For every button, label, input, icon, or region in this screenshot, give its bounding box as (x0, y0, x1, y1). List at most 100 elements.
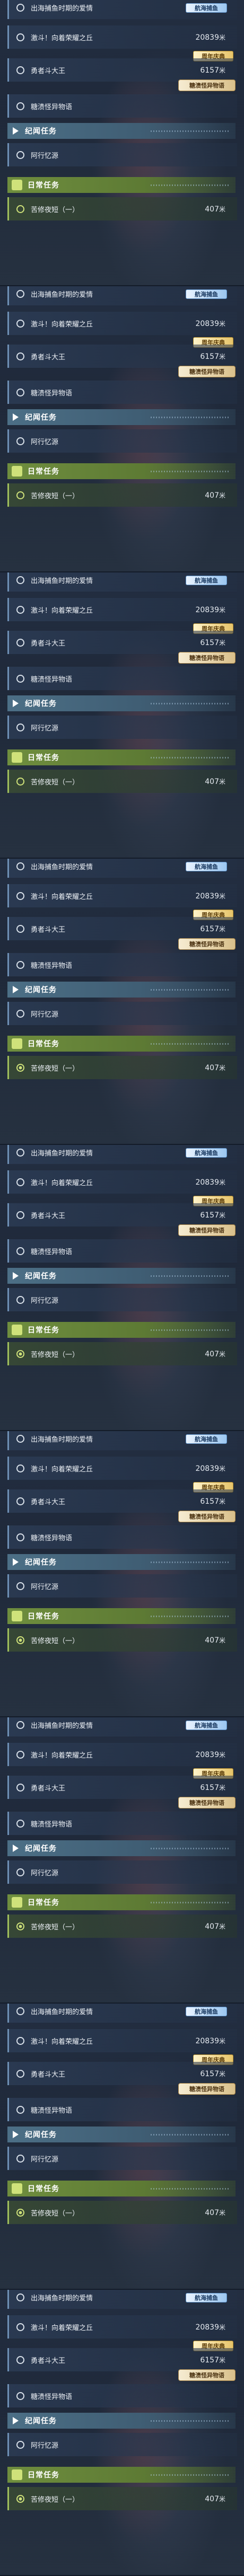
task-radio[interactable] (16, 2069, 24, 2078)
task-radio[interactable] (16, 1533, 24, 1541)
task-row-ascetic-night[interactable]: 苦修夜短（一） 407米 (7, 1915, 237, 1938)
task-radio[interactable] (16, 1295, 24, 1304)
daily-task-header[interactable]: 日常任务 (7, 1036, 236, 1052)
task-radio[interactable] (16, 1783, 24, 1792)
task-row-glory-hill[interactable]: 激斗！向着荣耀之丘 20839米 (7, 2315, 237, 2339)
task-radio[interactable] (16, 1009, 24, 1018)
task-row-candied-tale[interactable]: 糖渍怪异物语 (7, 381, 237, 404)
task-radio[interactable] (16, 2323, 24, 2331)
plot-task-header[interactable]: 纪闻任务 (7, 2127, 236, 2142)
task-row-glory-hill[interactable]: 激斗！向着荣耀之丘 20839米 (7, 2029, 237, 2052)
plot-task-header[interactable]: 纪闻任务 (7, 409, 236, 425)
task-row-ascetic-night[interactable]: 苦修夜短（一） 407米 (7, 1342, 237, 1365)
plot-task-header[interactable]: 纪闻任务 (7, 123, 236, 139)
task-radio[interactable] (16, 1434, 24, 1443)
task-row-ascetic-night[interactable]: 苦修夜短（一） 407米 (7, 2487, 237, 2510)
task-radio[interactable] (16, 1922, 24, 1930)
task-radio[interactable] (16, 1211, 24, 1219)
task-radio[interactable] (16, 2007, 24, 2015)
task-radio[interactable] (16, 1721, 24, 1729)
task-radio[interactable] (16, 576, 24, 584)
task-row-axing-memory[interactable]: 阿行忆源 (7, 1002, 237, 1025)
task-radio[interactable] (16, 605, 24, 614)
task-radio[interactable] (16, 862, 24, 870)
task-radio[interactable] (16, 437, 24, 445)
task-radio[interactable] (16, 388, 24, 396)
task-row-candied-tale[interactable]: 糖渍怪异物语 (7, 1239, 237, 1263)
task-radio[interactable] (16, 1247, 24, 1255)
task-radio[interactable] (16, 1819, 24, 1828)
task-row-candied-tale[interactable]: 糖渍怪异物语 (7, 2098, 237, 2121)
task-radio[interactable] (16, 2356, 24, 2364)
task-radio[interactable] (16, 1582, 24, 1590)
task-row-axing-memory[interactable]: 阿行忆源 (7, 429, 237, 453)
task-radio[interactable] (16, 2208, 24, 2217)
task-row-ascetic-night[interactable]: 苦修夜短（一） 407米 (7, 483, 237, 507)
task-row-candied-tale[interactable]: 糖渍怪异物语 (7, 1525, 237, 1549)
task-radio[interactable] (16, 777, 24, 786)
task-radio[interactable] (16, 1868, 24, 1876)
task-row-hero-vs-king[interactable]: 勇者斗大王 6157米 (7, 1203, 237, 1227)
plot-task-header[interactable]: 纪闻任务 (7, 2413, 236, 2429)
task-radio[interactable] (16, 638, 24, 647)
task-row-hero-vs-king[interactable]: 勇者斗大王 6157米 (7, 1489, 237, 1513)
task-radio[interactable] (16, 33, 24, 41)
daily-task-header[interactable]: 日常任务 (7, 1894, 236, 1910)
task-radio[interactable] (16, 924, 24, 933)
task-radio[interactable] (16, 205, 24, 213)
daily-task-header[interactable]: 日常任务 (7, 2181, 236, 2196)
task-row-hero-vs-king[interactable]: 勇者斗大王 6157米 (7, 2062, 237, 2085)
task-radio[interactable] (16, 352, 24, 360)
task-row-candied-tale[interactable]: 糖渍怪异物语 (7, 2384, 237, 2407)
plot-task-header[interactable]: 纪闻任务 (7, 982, 236, 998)
task-row-glory-hill[interactable]: 激斗！向着荣耀之丘 20839米 (7, 598, 237, 621)
task-row-glory-hill[interactable]: 激斗！向着荣耀之丘 20839米 (7, 1170, 237, 1194)
task-row-hero-vs-king[interactable]: 勇者斗大王 6157米 (7, 345, 237, 368)
task-radio[interactable] (16, 2440, 24, 2449)
task-row-candied-tale[interactable]: 糖渍怪异物语 (7, 94, 237, 118)
task-row-glory-hill[interactable]: 激斗！向着荣耀之丘 20839米 (7, 884, 237, 907)
task-radio[interactable] (16, 1636, 24, 1644)
task-row-axing-memory[interactable]: 阿行忆源 (7, 2147, 237, 2170)
daily-task-header[interactable]: 日常任务 (7, 2467, 236, 2483)
task-radio[interactable] (16, 151, 24, 159)
task-radio[interactable] (16, 1063, 24, 1072)
task-radio[interactable] (16, 2036, 24, 2045)
task-radio[interactable] (16, 1148, 24, 1157)
task-radio[interactable] (16, 319, 24, 328)
task-radio[interactable] (16, 2293, 24, 2301)
task-row-axing-memory[interactable]: 阿行忆源 (7, 1860, 237, 1884)
task-radio[interactable] (16, 102, 24, 110)
task-row-axing-memory[interactable]: 阿行忆源 (7, 716, 237, 739)
plot-task-header[interactable]: 纪闻任务 (7, 1840, 236, 1856)
task-radio[interactable] (16, 892, 24, 900)
task-row-candied-tale[interactable]: 糖渍怪异物语 (7, 667, 237, 690)
task-row-glory-hill[interactable]: 激斗！向着荣耀之丘 20839米 (7, 1743, 237, 1766)
task-row-ascetic-night[interactable]: 苦修夜短（一） 407米 (7, 197, 237, 220)
task-row-hero-vs-king[interactable]: 勇者斗大王 6157米 (7, 917, 237, 940)
task-radio[interactable] (16, 2392, 24, 2400)
plot-task-header[interactable]: 纪闻任务 (7, 1554, 236, 1570)
task-radio[interactable] (16, 1497, 24, 1505)
plot-task-header[interactable]: 纪闻任务 (7, 1268, 236, 1284)
task-row-glory-hill[interactable]: 激斗！向着荣耀之丘 20839米 (7, 1457, 237, 1480)
task-radio[interactable] (16, 491, 24, 499)
task-row-axing-memory[interactable]: 阿行忆源 (7, 1574, 237, 1598)
daily-task-header[interactable]: 日常任务 (7, 1608, 236, 1624)
task-radio[interactable] (16, 1750, 24, 1759)
task-radio[interactable] (16, 674, 24, 683)
task-row-candied-tale[interactable]: 糖渍怪异物语 (7, 953, 237, 976)
task-row-ascetic-night[interactable]: 苦修夜短（一） 407米 (7, 1628, 237, 1652)
task-row-glory-hill[interactable]: 激斗！向着荣耀之丘 20839米 (7, 25, 237, 49)
task-row-ascetic-night[interactable]: 苦修夜短（一） 407米 (7, 770, 237, 793)
task-radio[interactable] (16, 2105, 24, 2114)
task-row-axing-memory[interactable]: 阿行忆源 (7, 143, 237, 166)
task-radio[interactable] (16, 66, 24, 74)
task-row-ascetic-night[interactable]: 苦修夜短（一） 407米 (7, 2201, 237, 2224)
task-row-ascetic-night[interactable]: 苦修夜短（一） 407米 (7, 1056, 237, 1079)
task-radio[interactable] (16, 289, 24, 298)
task-row-hero-vs-king[interactable]: 勇者斗大王 6157米 (7, 58, 237, 82)
task-row-axing-memory[interactable]: 阿行忆源 (7, 2433, 237, 2456)
task-row-hero-vs-king[interactable]: 勇者斗大王 6157米 (7, 1776, 237, 1799)
task-radio[interactable] (16, 960, 24, 969)
